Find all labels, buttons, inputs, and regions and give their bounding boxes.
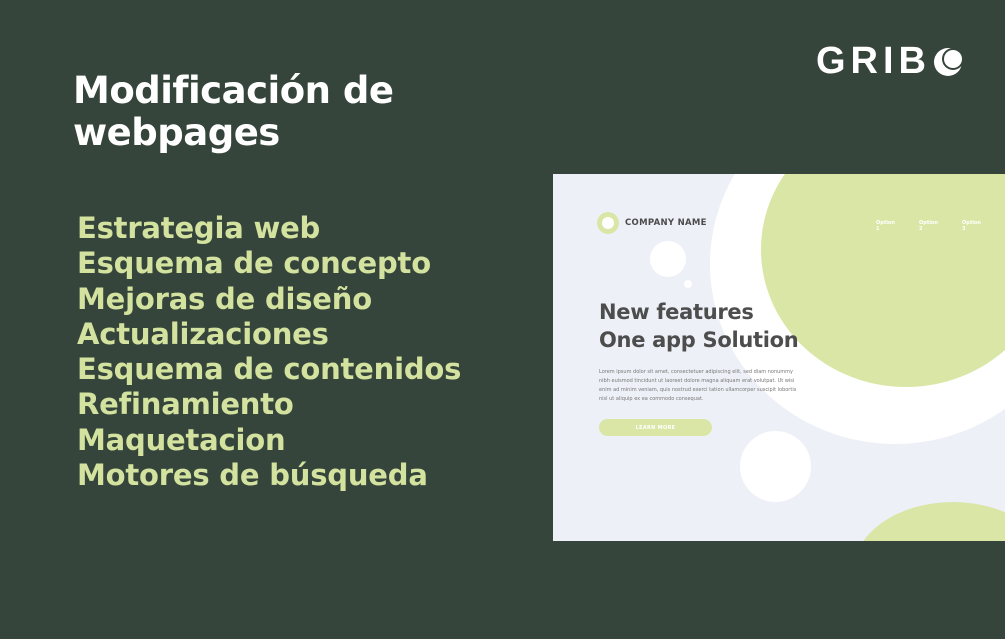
decorative-dot xyxy=(650,241,686,277)
mockup-body-text: Lorem ipsum dolor sit amet, consectetuer… xyxy=(599,369,797,402)
mockup-logo[interactable]: COMPANY NAME xyxy=(597,212,707,234)
mockup-headline: New features One app Solution xyxy=(599,298,799,354)
company-name: COMPANY NAME xyxy=(625,218,707,228)
headline-line-2: One app Solution xyxy=(599,328,799,352)
brand-logo: GRIB xyxy=(816,40,963,83)
headline-line-1: New features xyxy=(599,300,754,324)
website-mockup: COMPANY NAME Option 1 Option 2 Option 3 … xyxy=(553,174,1005,541)
nav-option-2[interactable]: Option 2 xyxy=(919,220,938,232)
page-title-line-1: Modificación de xyxy=(73,69,394,112)
learn-more-button[interactable]: LEARN MORE xyxy=(599,419,712,436)
service-item: Maquetacion xyxy=(77,422,286,457)
decorative-blob-bottom xyxy=(853,502,1005,541)
crescent-moon-icon xyxy=(934,47,963,76)
brand-name: GRIB xyxy=(816,40,931,82)
page-title-line-2: webpages xyxy=(73,111,280,154)
nav-option-1[interactable]: Option 1 xyxy=(876,220,895,232)
nav-option-3[interactable]: Option 3 xyxy=(962,220,981,232)
decorative-dot xyxy=(684,280,692,288)
service-item: Esquema de contenidos xyxy=(77,352,462,387)
company-logo-icon xyxy=(597,212,619,234)
mockup-nav: Option 1 Option 2 Option 3 xyxy=(876,220,1005,232)
decorative-dot xyxy=(740,431,811,502)
service-item: Refinamiento xyxy=(77,387,294,422)
service-item: Actualizaciones xyxy=(77,316,329,351)
service-item: Esquema de concepto xyxy=(77,246,431,281)
service-item: Mejoras de diseño xyxy=(77,281,372,316)
service-item: Motores de búsqueda xyxy=(77,458,428,493)
page-title: Modificación de webpages xyxy=(73,70,433,154)
services-list: Estrategia web Esquema de concepto Mejor… xyxy=(77,211,461,493)
service-item: Estrategia web xyxy=(77,211,321,245)
